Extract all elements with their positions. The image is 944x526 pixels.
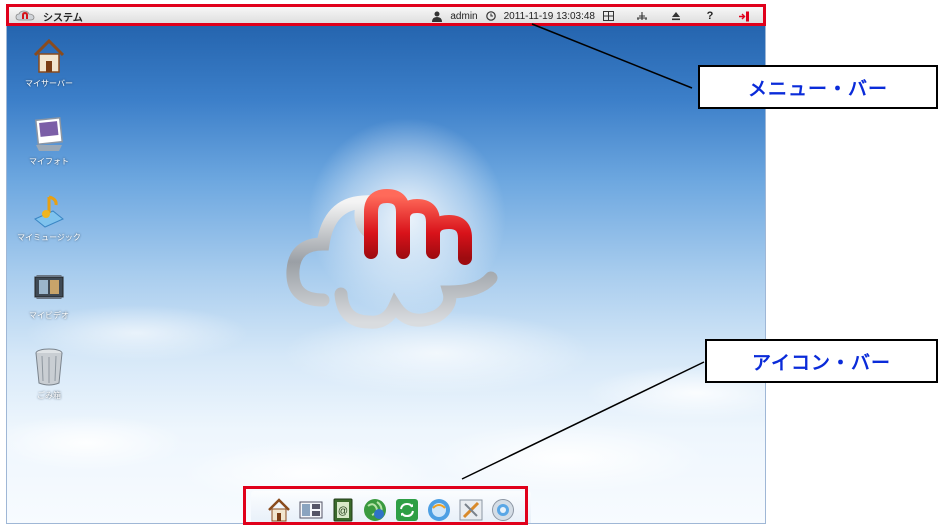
icon-bar-callout: アイコン・バー <box>705 339 938 383</box>
menu-bar-leader-line <box>531 23 693 89</box>
menu-bar-callout: メニュー・バー <box>698 65 938 109</box>
icon-bar-leader-line <box>461 361 705 480</box>
